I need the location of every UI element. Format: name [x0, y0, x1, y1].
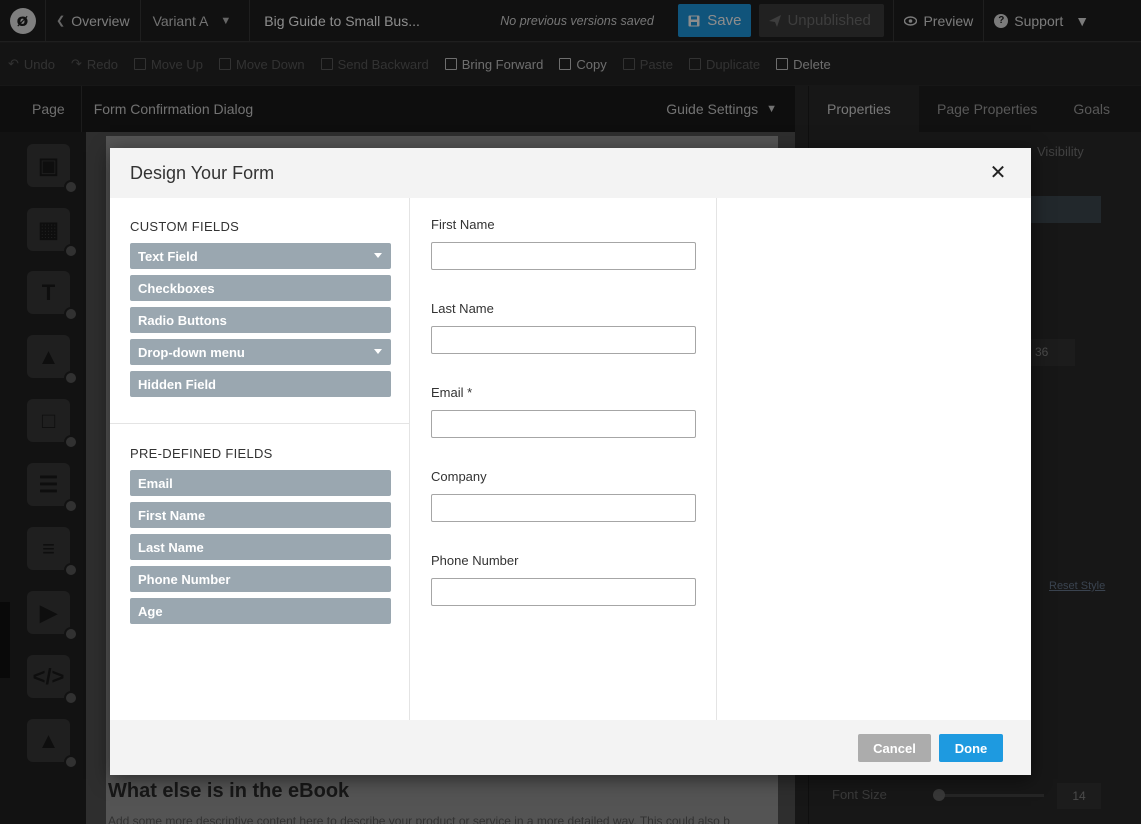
radio-buttons-label: Radio Buttons	[138, 312, 227, 328]
predefined-last-name-button[interactable]: Last Name	[130, 534, 391, 560]
form-preview: First Name Last Name Email * Company Pho…	[410, 198, 717, 720]
custom-fields-title: CUSTOM FIELDS	[130, 219, 240, 234]
hidden-field-button[interactable]: Hidden Field	[130, 371, 391, 397]
text-field-button[interactable]: Text Field	[130, 243, 391, 269]
field-settings-panel	[717, 198, 1031, 720]
caret-down-icon[interactable]	[374, 349, 382, 354]
first-name-label: First Name	[431, 217, 495, 232]
close-icon[interactable]: ✕	[987, 161, 1009, 183]
predefined-age-label: Age	[138, 603, 163, 619]
dialog-title: Design Your Form	[130, 162, 275, 183]
predefined-phone-number-button[interactable]: Phone Number	[130, 566, 391, 592]
predefined-fields-title: PRE-DEFINED FIELDS	[130, 446, 273, 461]
first-name-input[interactable]	[431, 242, 696, 270]
predefined-email-button[interactable]: Email	[130, 470, 391, 496]
last-name-label: Last Name	[431, 301, 494, 316]
section-divider	[110, 423, 410, 424]
hidden-field-label: Hidden Field	[138, 376, 216, 392]
caret-down-icon[interactable]	[374, 253, 382, 258]
email-input[interactable]	[431, 410, 696, 438]
predefined-last-name-label: Last Name	[138, 539, 204, 555]
email-label: Email *	[431, 385, 473, 400]
phone-number-input[interactable]	[431, 578, 696, 606]
company-label: Company	[431, 469, 487, 484]
company-input[interactable]	[431, 494, 696, 522]
predefined-email-label: Email	[138, 475, 173, 491]
dropdown-menu-label: Drop-down menu	[138, 344, 245, 360]
dropdown-menu-button[interactable]: Drop-down menu	[130, 339, 391, 365]
done-button[interactable]: Done	[939, 734, 1003, 762]
text-field-label: Text Field	[138, 248, 198, 264]
dialog-footer: Cancel Done	[110, 720, 1031, 775]
cancel-button[interactable]: Cancel	[858, 734, 931, 762]
predefined-age-button[interactable]: Age	[130, 598, 391, 624]
predefined-first-name-label: First Name	[138, 507, 206, 523]
design-form-dialog: Design Your Form ✕ CUSTOM FIELDS Text Fi…	[110, 148, 1031, 775]
dialog-header: Design Your Form ✕	[110, 148, 1031, 198]
predefined-phone-number-label: Phone Number	[138, 571, 231, 587]
field-palette: CUSTOM FIELDS Text Field Checkboxes Radi…	[110, 198, 410, 720]
phone-number-label: Phone Number	[431, 553, 519, 568]
checkboxes-label: Checkboxes	[138, 280, 215, 296]
predefined-first-name-button[interactable]: First Name	[130, 502, 391, 528]
checkboxes-button[interactable]: Checkboxes	[130, 275, 391, 301]
radio-buttons-button[interactable]: Radio Buttons	[130, 307, 391, 333]
dialog-body: CUSTOM FIELDS Text Field Checkboxes Radi…	[110, 198, 1031, 720]
last-name-input[interactable]	[431, 326, 696, 354]
